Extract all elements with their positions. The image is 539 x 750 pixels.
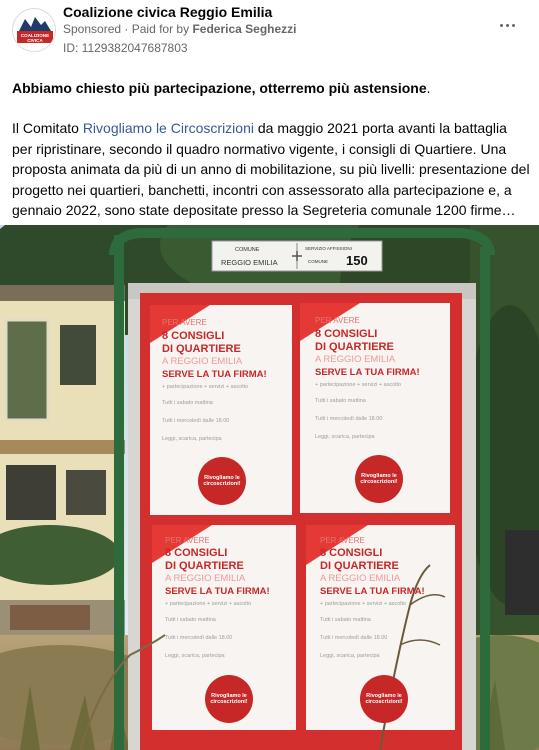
poster2-detail2: Tutti i mercoledì dalle 18.00: [315, 416, 383, 422]
poster1-detail3: Leggi, scarica, partecipa: [162, 436, 222, 442]
poster4-badge: Rivogliamo le circoscrizioni!: [360, 675, 408, 723]
sign-right-line1: SERVIZIO AFFISSIONI: [305, 246, 352, 251]
sign-right-line2: COMUNE: [308, 259, 328, 264]
poster2-badge: Rivogliamo le circoscrizioni!: [355, 455, 403, 503]
more-options-button[interactable]: [496, 16, 520, 36]
poster2-sub: + partecipazione + servizi + ascolto: [315, 382, 402, 388]
poster4-line5: SERVE LA TUA FIRMA!: [320, 586, 425, 597]
poster1-line1: PER AVERE: [162, 318, 207, 327]
poster1-line4: A REGGIO EMILIA: [162, 356, 243, 367]
more-dot: [512, 24, 515, 27]
more-dots-icon: [500, 24, 503, 27]
page-name-link[interactable]: Coalizione civica Reggio Emilia: [63, 4, 272, 20]
poster3-line5: SERVE LA TUA FIRMA!: [165, 586, 270, 597]
poster4-detail3: Leggi, scarica, partecipa: [320, 653, 380, 659]
post-photo[interactable]: COMUNE REGGIO EMILIA SERVIZIO AFFISSIONI…: [0, 225, 539, 750]
poster1-detail1: Tutti i sabato mattina: [162, 400, 213, 406]
ad-id: ID: 1129382047687803: [63, 41, 188, 55]
poster3-line1: PER AVERE: [165, 536, 210, 545]
poster4-detail1: Tutti i sabato mattina: [320, 617, 371, 623]
poster3-line2: 8 CONSIGLI: [165, 547, 228, 559]
poster3-detail1: Tutti i sabato mattina: [165, 617, 216, 623]
page-avatar[interactable]: COALIZIONE CIVICA: [12, 8, 56, 52]
poster4-line1: PER AVERE: [320, 536, 365, 545]
poster4-line3: DI QUARTIERE: [320, 560, 399, 572]
separator-dot: ·: [124, 22, 129, 36]
post-body: Il Comitato Rivogliamo le Circoscrizioni…: [12, 118, 530, 221]
headline-end: .: [426, 80, 431, 96]
poster4-line4: A REGGIO EMILIA: [320, 573, 401, 584]
poster2-line4: A REGGIO EMILIA: [315, 354, 396, 365]
sponsor-line: Sponsored · Paid for by Federica Seghezz…: [63, 22, 297, 36]
sponsored-label: Sponsored: [63, 22, 122, 36]
poster4-detail2: Tutti i mercoledì dalle 18.00: [320, 635, 388, 641]
body-part-1: Il Comitato: [12, 120, 83, 136]
poster3-line3: DI QUARTIERE: [165, 560, 244, 572]
coalizione-logo-icon: COALIZIONE CIVICA: [13, 9, 55, 51]
rivogliamo-link[interactable]: Rivogliamo le Circoscrizioni: [83, 120, 254, 136]
post-headline: Abbiamo chiesto più partecipazione, otte…: [12, 78, 527, 98]
more-dot: [506, 24, 509, 27]
poster1-sub: + partecipazione + servizi + ascolto: [162, 384, 249, 390]
poster4-line2: 8 CONSIGLI: [320, 547, 383, 559]
poster3-detail2: Tutti i mercoledì dalle 18.00: [165, 635, 233, 641]
sign-left-line2: REGGIO EMILIA: [221, 258, 278, 267]
poster2-line1: PER AVERE: [315, 316, 360, 325]
headline-bold: Abbiamo chiesto più partecipazione, otte…: [12, 80, 427, 96]
paid-for-prefix: Paid for by: [131, 22, 190, 36]
billboard-photo-image: [0, 225, 539, 750]
poster2-detail1: Tutti i sabato mattina: [315, 398, 366, 404]
poster2-detail3: Leggi, scarica, partecipa: [315, 434, 375, 440]
payer-name[interactable]: Federica Seghezzi: [192, 22, 296, 36]
poster1-detail2: Tutti i mercoledì dalle 18.00: [162, 418, 230, 424]
poster3-line4: A REGGIO EMILIA: [165, 573, 246, 584]
post-header: COALIZIONE CIVICA Coalizione civica Regg…: [0, 0, 539, 62]
poster1-badge: Rivogliamo le circoscrizioni!: [198, 457, 246, 505]
poster1-line2: 8 CONSIGLI: [162, 330, 225, 342]
svg-text:CIVICA: CIVICA: [27, 38, 43, 43]
sign-left-line1: COMUNE: [235, 247, 260, 253]
poster1-line3: DI QUARTIERE: [162, 343, 241, 355]
poster3-badge: Rivogliamo le circoscrizioni!: [205, 675, 253, 723]
poster2-line3: DI QUARTIERE: [315, 341, 394, 353]
poster2-line2: 8 CONSIGLI: [315, 328, 378, 340]
poster2-line5: SERVE LA TUA FIRMA!: [315, 367, 420, 378]
poster3-sub: + partecipazione + servizi + ascolto: [165, 601, 252, 607]
poster4-sub: + partecipazione + servizi + ascolto: [320, 601, 407, 607]
poster1-line5: SERVE LA TUA FIRMA!: [162, 369, 267, 380]
sign-number: 150: [346, 253, 368, 268]
poster3-detail3: Leggi, scarica, partecipa: [165, 653, 225, 659]
